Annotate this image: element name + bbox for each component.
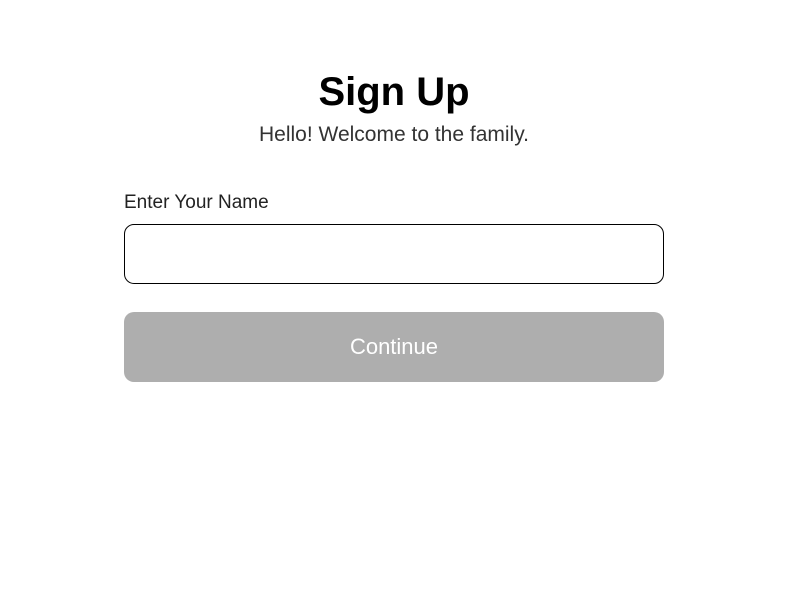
name-form-group: Enter Your Name Continue [124,192,664,382]
page-title: Sign Up [318,70,469,115]
name-input[interactable] [124,224,664,284]
page-subtitle: Hello! Welcome to the family. [259,123,529,147]
continue-button[interactable]: Continue [124,312,664,382]
signup-form-container: Sign Up Hello! Welcome to the family. En… [124,70,664,602]
name-label: Enter Your Name [124,192,269,214]
